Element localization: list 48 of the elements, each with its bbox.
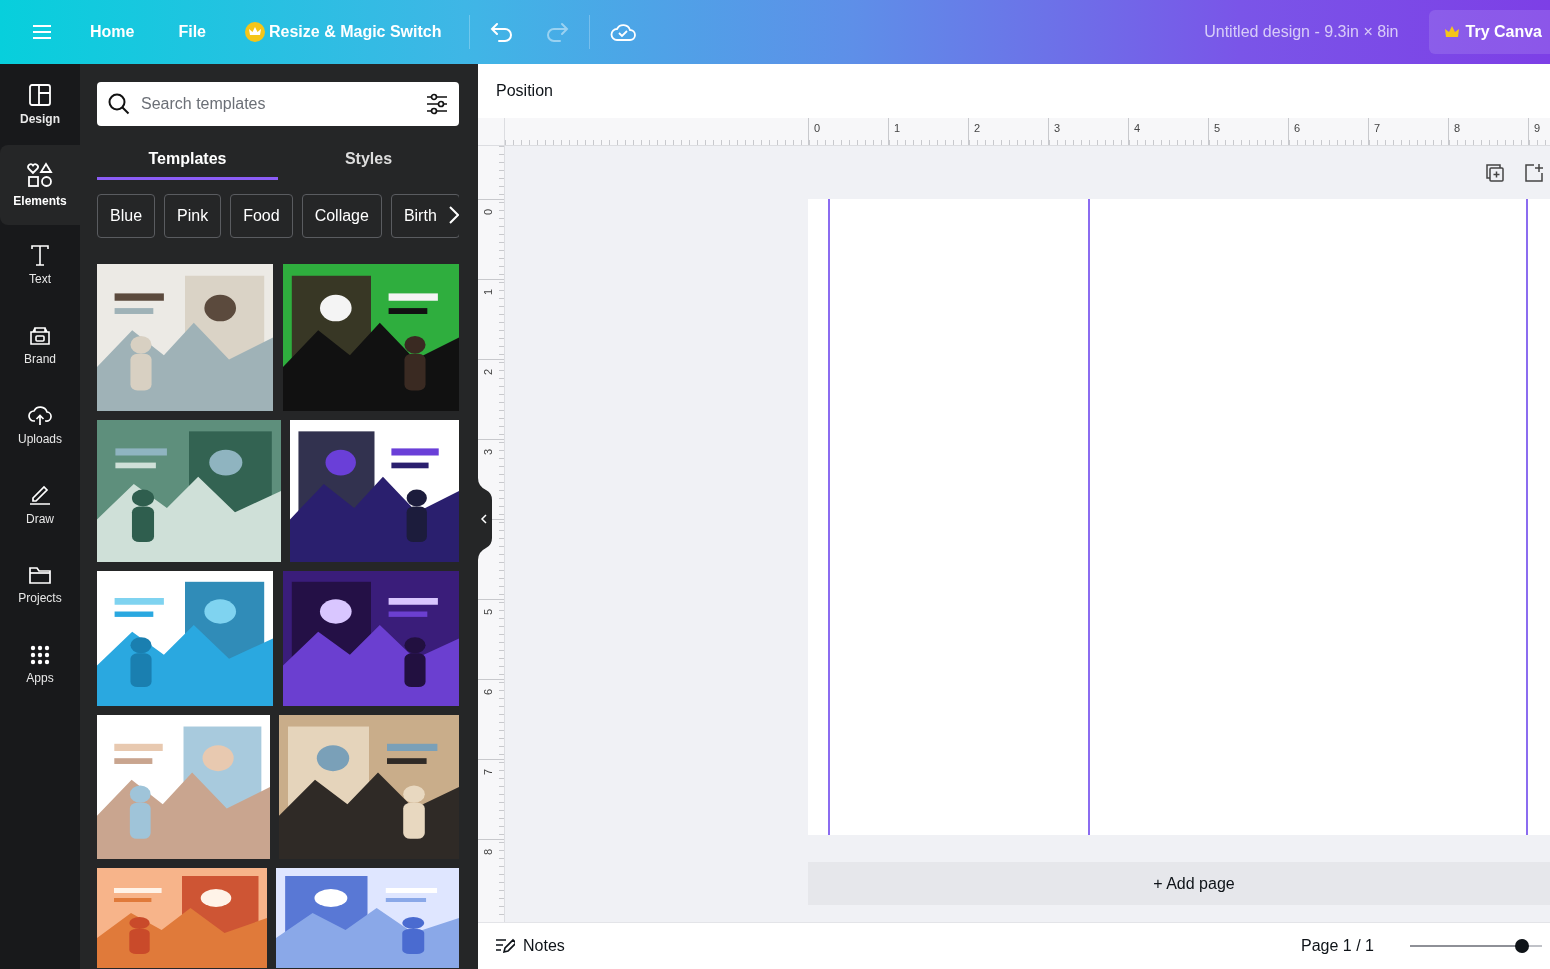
filter-chip[interactable]: Pink	[164, 194, 222, 238]
sidebar-label: Brand	[24, 352, 56, 366]
ruler-number: 9	[1528, 118, 1550, 145]
filter-chip[interactable]: Collage	[301, 194, 382, 238]
add-page-button[interactable]: + Add page	[808, 862, 1550, 905]
sidebar-label: Elements	[13, 194, 67, 208]
filter-chip[interactable]: Food	[230, 194, 293, 238]
upgrade-button[interactable]: Try Canva	[1428, 10, 1550, 54]
ruler-number: 0	[808, 118, 888, 145]
ruler-number: 6	[482, 688, 495, 696]
sidebar-item[interactable]: Design	[0, 65, 80, 145]
sidebar-item[interactable]: Projects	[0, 545, 80, 625]
ruler-number: 1	[482, 288, 495, 296]
panel-tab[interactable]: Styles	[278, 140, 459, 180]
design-title: Untitled design - 9.3in × 8in	[1204, 23, 1399, 41]
ruler-number: 3	[1048, 118, 1128, 145]
ruler-number: 0	[482, 208, 495, 216]
panel-tab[interactable]: Templates	[97, 140, 278, 180]
sidebar-label: Design	[20, 112, 60, 126]
search-field[interactable]: Search templates	[97, 82, 459, 126]
sidebar-label: Draw	[26, 512, 54, 526]
sidebar-label: Projects	[18, 591, 62, 605]
sidebar-label: Text	[29, 272, 51, 286]
ruler-number: 7	[1368, 118, 1448, 145]
position-button[interactable]: Position	[496, 82, 553, 100]
filter-chip[interactable]: Blue	[97, 194, 156, 238]
sidebar-item[interactable]: Draw	[0, 465, 80, 545]
ruler-number: 7	[482, 768, 495, 776]
ruler-number: 2	[968, 118, 1048, 145]
ruler-number: 5	[1208, 118, 1288, 145]
ruler-number: 8	[482, 848, 495, 856]
ruler-number: 8	[1448, 118, 1528, 145]
ruler-number: 3	[482, 448, 495, 456]
ruler-number: 4	[1128, 118, 1208, 145]
sidebar-item[interactable]: Elements	[0, 145, 80, 225]
ruler-number: 6	[1288, 118, 1368, 145]
sidebar-item[interactable]: Apps	[0, 625, 80, 705]
sidebar-label: Uploads	[18, 432, 62, 446]
ruler-number: 5	[482, 608, 495, 616]
ruler-number: 2	[482, 368, 495, 376]
notes-button[interactable]: Notes	[495, 937, 565, 955]
sidebar-item[interactable]: Text	[0, 225, 80, 305]
sidebar-item[interactable]: Brand	[0, 305, 80, 385]
sidebar-item[interactable]: Uploads	[0, 385, 80, 465]
filter-chip[interactable]: Birth	[390, 194, 459, 238]
sidebar-label: Apps	[26, 671, 54, 685]
page-indicator[interactable]: Page 1 / 1	[1301, 937, 1374, 955]
ruler-number: 1	[888, 118, 968, 145]
